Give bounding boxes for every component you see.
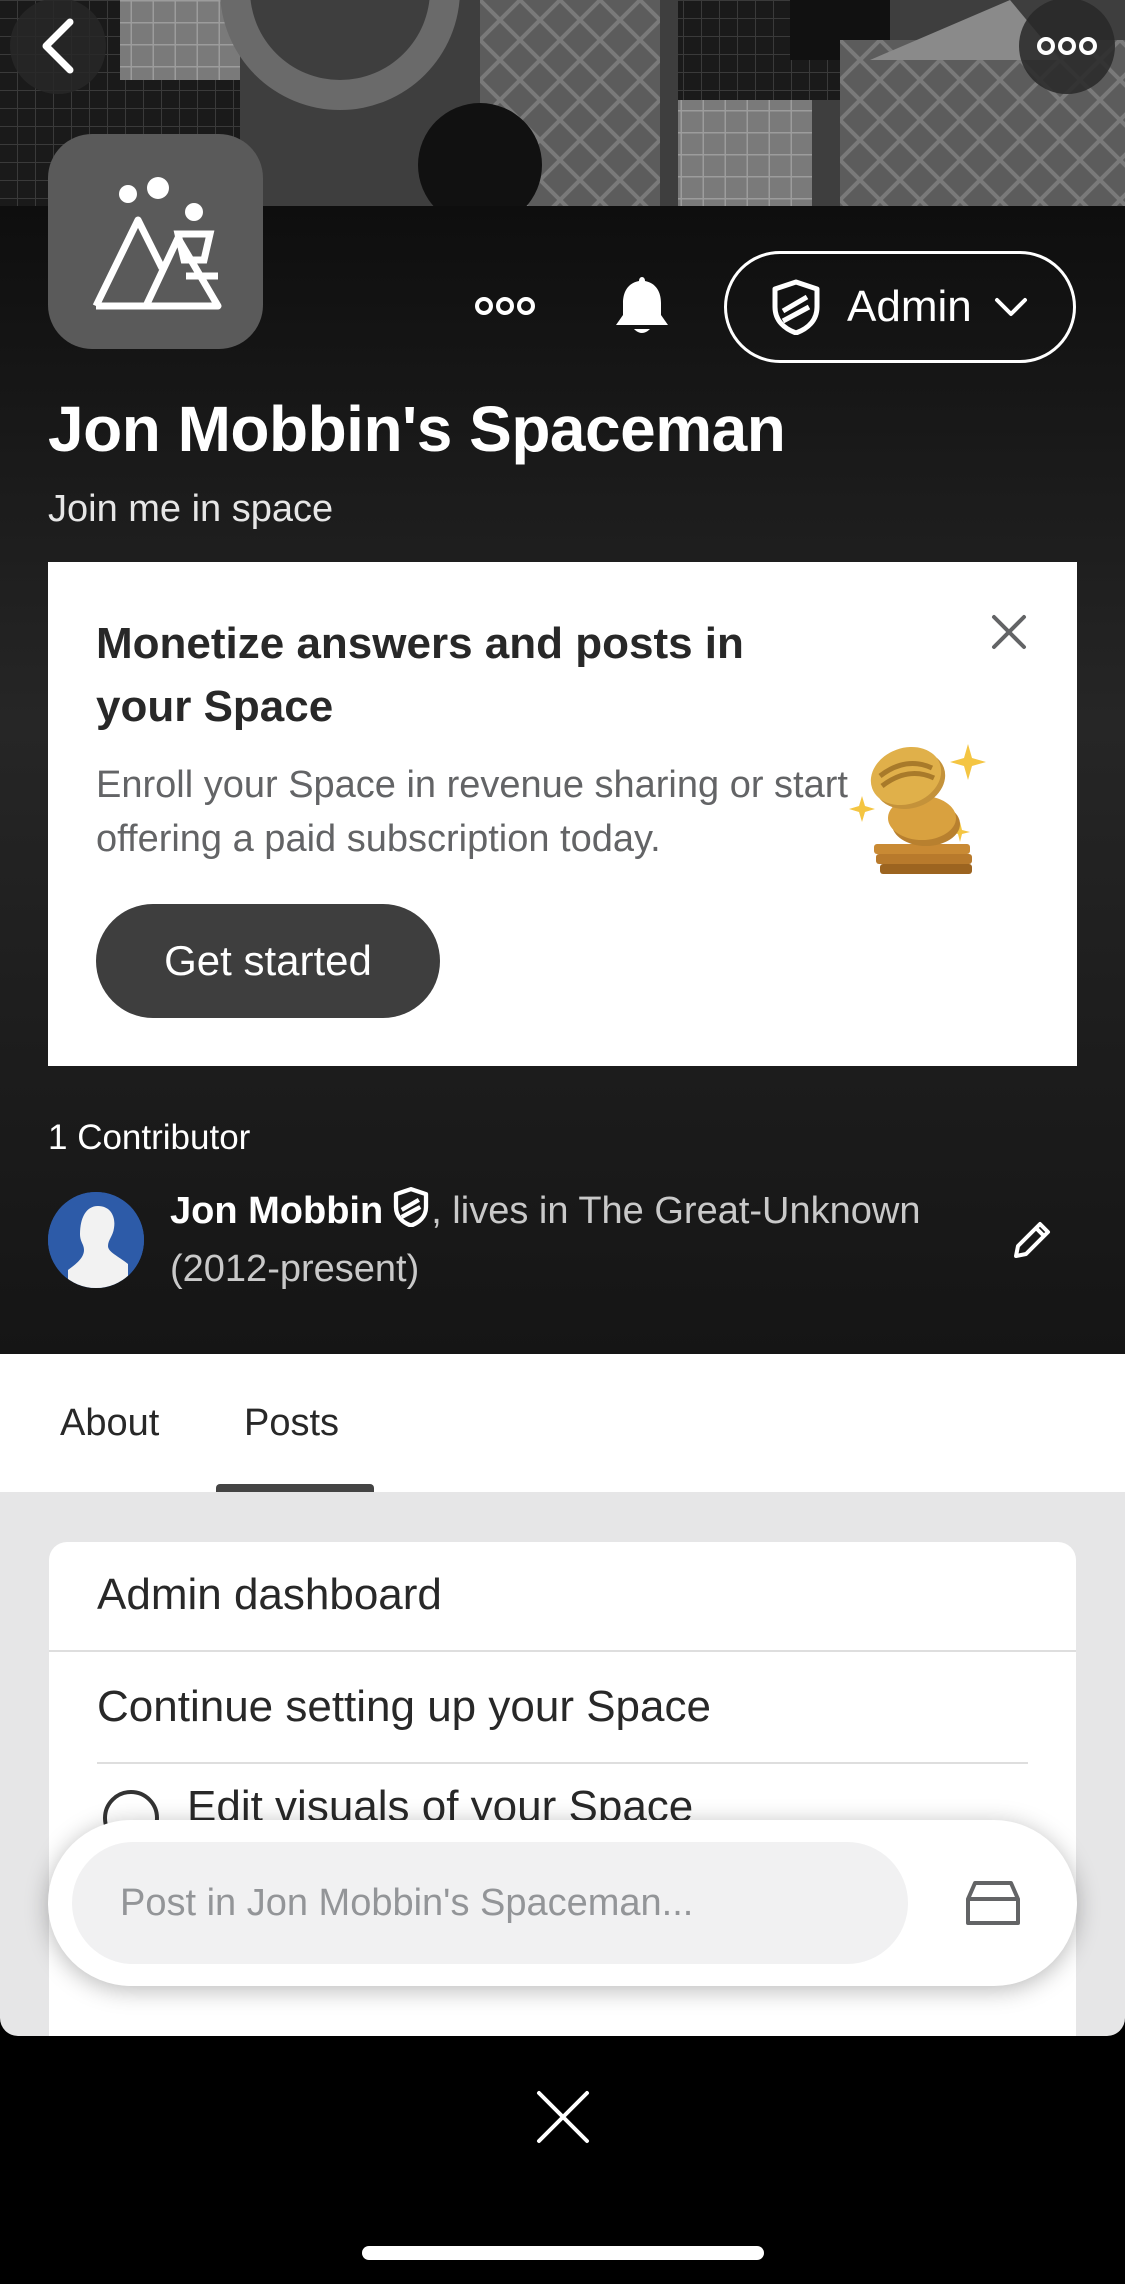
- get-started-button[interactable]: Get started: [96, 904, 440, 1018]
- close-icon: [537, 2091, 589, 2143]
- space-more-button[interactable]: [470, 278, 540, 334]
- cover-more-button[interactable]: [1019, 0, 1115, 94]
- space-title: Jon Mobbin's Spaceman: [48, 393, 786, 465]
- tab-posts[interactable]: Posts: [244, 1402, 339, 1445]
- user-avatar-silhouette-icon: [48, 1192, 144, 1288]
- bell-icon: [616, 277, 668, 333]
- contributor-credential: Jon Mobbin, lives in The Great-Unknown (…: [170, 1184, 1000, 1296]
- pencil-icon: [1014, 1222, 1050, 1258]
- contributor-name[interactable]: Jon Mobbin: [170, 1190, 383, 1232]
- drafts-box-icon: [966, 1881, 1020, 1925]
- space-header: Admin Jon Mobbin's Spaceman Join me in s…: [0, 134, 1125, 1354]
- space-avatar[interactable]: [48, 134, 263, 349]
- more-horizontal-icon: [1037, 37, 1097, 55]
- contributor-count: 1 Contributor: [48, 1118, 251, 1157]
- tab-bar: About Posts: [0, 1354, 1125, 1492]
- chevron-left-icon: [42, 18, 74, 74]
- chevron-down-icon: [994, 297, 1028, 317]
- divider: [97, 1762, 1028, 1764]
- home-indicator: [362, 2246, 764, 2260]
- admin-dropdown-button[interactable]: Admin: [724, 251, 1076, 363]
- promo-body: Enroll your Space in revenue sharing or …: [96, 764, 848, 860]
- close-icon: [992, 615, 1026, 649]
- admin-label: Admin: [847, 282, 972, 331]
- active-tab-indicator: [216, 1484, 374, 1492]
- drafts-button[interactable]: [962, 1872, 1024, 1934]
- monetize-promo-card: Monetize answers and posts in your Space…: [48, 562, 1077, 1066]
- tab-about[interactable]: About: [60, 1402, 159, 1445]
- promo-close-button[interactable]: [987, 610, 1031, 654]
- setup-subtitle: Continue setting up your Space: [97, 1682, 711, 1731]
- post-input[interactable]: [72, 1842, 908, 1964]
- space-tagline: Join me in space: [48, 488, 334, 530]
- promo-title: Monetize answers and posts in your Space: [96, 619, 744, 731]
- notifications-bell-button[interactable]: [612, 274, 672, 338]
- more-horizontal-icon: [475, 297, 535, 315]
- back-button[interactable]: [10, 0, 106, 94]
- shield-icon: [771, 279, 821, 335]
- coins-illustration-icon: [849, 744, 986, 874]
- edit-credential-button[interactable]: [1006, 1214, 1058, 1266]
- dismiss-close-button[interactable]: [534, 2088, 592, 2146]
- avatar[interactable]: [48, 1192, 144, 1288]
- shield-icon: [393, 1187, 429, 1242]
- divider: [49, 1650, 1076, 1652]
- post-composer-bar: [48, 1820, 1077, 1986]
- admin-dashboard-title[interactable]: Admin dashboard: [97, 1570, 442, 1620]
- space-logo-icon: [92, 176, 221, 309]
